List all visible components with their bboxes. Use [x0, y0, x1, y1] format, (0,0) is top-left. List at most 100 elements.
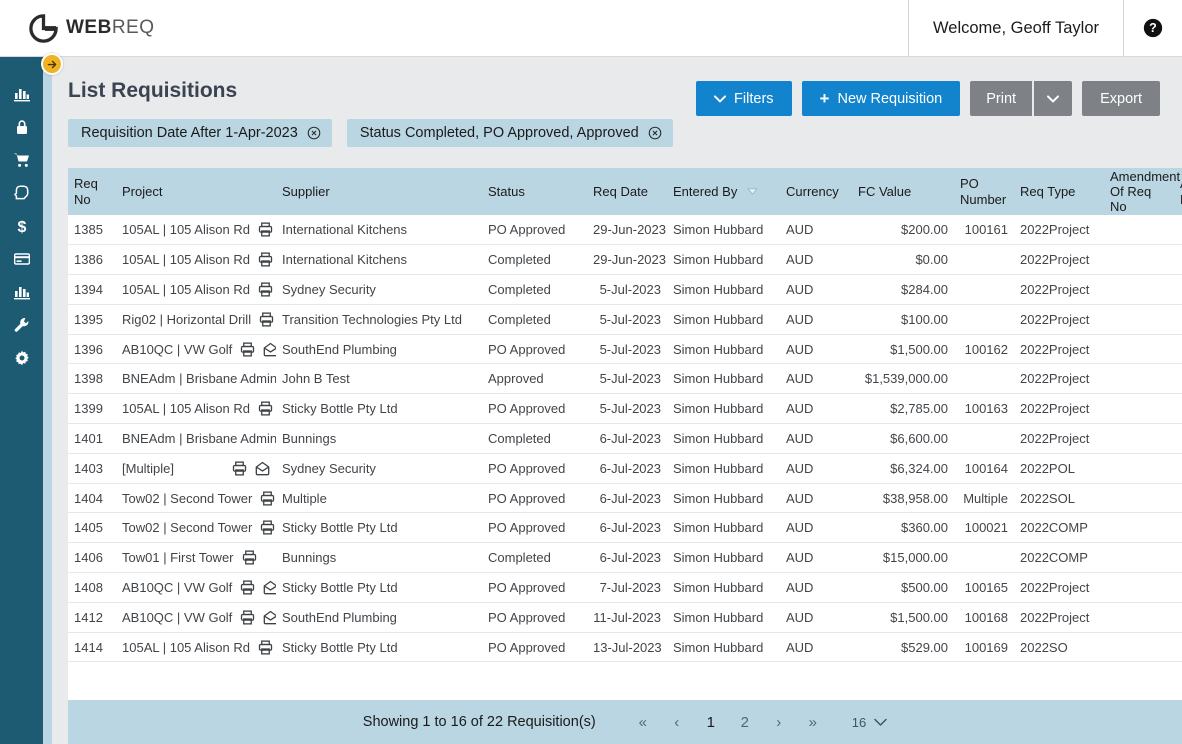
- email-icon-placeholder: [265, 550, 270, 565]
- column-header-req-date[interactable]: Req Date: [587, 168, 667, 215]
- pagination-last-button[interactable]: »: [796, 707, 830, 737]
- email-icon[interactable]: [263, 580, 276, 595]
- print-icon[interactable]: [259, 312, 274, 327]
- cell-po-number: 100165: [954, 572, 1014, 603]
- table-row[interactable]: 1396 AB10QC | VW Golf SouthEnd Plumbing PO …: [68, 334, 1182, 365]
- cell-req-no[interactable]: 1414: [68, 632, 116, 663]
- cell-entered-by: Simon Hubbard: [667, 453, 780, 484]
- sidebar-item-settings[interactable]: [0, 348, 43, 367]
- cell-supplier: John B Test: [276, 363, 482, 395]
- cell-req-no[interactable]: 1386: [68, 244, 116, 276]
- table-row[interactable]: 1405 Tow02 | Second Tower Sticky Bottle Pt…: [68, 512, 1182, 544]
- pagination-prev-button[interactable]: ‹: [660, 707, 694, 737]
- table-row[interactable]: 1408 AB10QC | VW Golf Sticky Bottle Pty Lt…: [68, 572, 1182, 603]
- print-icon[interactable]: [258, 640, 273, 655]
- column-header-supplier[interactable]: Supplier: [276, 168, 482, 215]
- table-row[interactable]: 1404 Tow02 | Second Tower Multiple PO Appro…: [68, 483, 1182, 514]
- column-header-req-no[interactable]: Req No: [68, 168, 116, 215]
- column-header-status[interactable]: Status: [482, 168, 587, 215]
- table-row[interactable]: 1406 Tow01 | First Tower Bunnings Completed…: [68, 542, 1182, 574]
- print-icon[interactable]: [240, 580, 255, 595]
- pagination-first-button[interactable]: «: [626, 707, 660, 737]
- cell-req-no[interactable]: 1406: [68, 542, 116, 574]
- table-row[interactable]: 1395 Rig02 | Horizontal Drill Transition T…: [68, 304, 1182, 335]
- email-icon[interactable]: [255, 461, 270, 476]
- cell-supplier: Sydney Security: [276, 453, 482, 484]
- cell-req-type: 2022POL: [1014, 453, 1104, 484]
- cell-req-no[interactable]: 1385: [68, 215, 116, 246]
- cell-req-no[interactable]: 1403: [68, 453, 116, 484]
- cell-project: 105AL | 105 Alison Rd: [116, 274, 276, 305]
- pagination-page-1[interactable]: 1: [694, 707, 728, 737]
- cell-supplier: Bunnings: [276, 423, 482, 454]
- print-icon[interactable]: [258, 401, 273, 416]
- cell-fc-value: $200.00: [852, 215, 954, 246]
- table-row[interactable]: 1398 BNEAdm | Brisbane Admin John B Test Ap…: [68, 363, 1182, 395]
- table-row[interactable]: 1401 BNEAdm | Brisbane Admin Bunnings Compl…: [68, 423, 1182, 454]
- print-icon[interactable]: [242, 550, 257, 565]
- print-dropdown-button[interactable]: [1034, 81, 1073, 116]
- cell-req-date: 7-Jul-2023: [587, 572, 667, 603]
- print-icon[interactable]: [240, 610, 255, 625]
- close-icon[interactable]: [307, 126, 321, 140]
- table-row[interactable]: 1414 105AL | 105 Alison Rd Sticky Bottle P…: [68, 632, 1182, 663]
- cell-req-no[interactable]: 1395: [68, 304, 116, 335]
- cell-req-no[interactable]: 1412: [68, 602, 116, 633]
- cell-currency: AUD: [780, 512, 852, 544]
- sidebar-expand-button[interactable]: [41, 53, 63, 75]
- cell-project: 105AL | 105 Alison Rd: [116, 244, 276, 276]
- cell-req-no[interactable]: 1394: [68, 274, 116, 305]
- sidebar-item-tools[interactable]: [0, 315, 43, 334]
- new-requisition-button[interactable]: + New Requisition: [801, 81, 961, 116]
- column-header-amendment-of-req-no[interactable]: Amendment Of Req No: [1104, 168, 1180, 215]
- filters-button[interactable]: Filters: [696, 81, 792, 116]
- column-header-req-type[interactable]: Req Type: [1014, 168, 1104, 215]
- close-icon[interactable]: [648, 126, 662, 140]
- column-header-currency[interactable]: Currency: [780, 168, 852, 215]
- sidebar-item-approvals[interactable]: [0, 183, 43, 202]
- pagination-next-button[interactable]: ›: [762, 707, 796, 737]
- print-icon[interactable]: [258, 282, 273, 297]
- cell-req-no[interactable]: 1399: [68, 393, 116, 425]
- sidebar-item-payments[interactable]: [0, 249, 43, 268]
- cell-amended-by: [1174, 363, 1182, 395]
- print-icon[interactable]: [258, 222, 273, 237]
- sidebar-item-reports[interactable]: [0, 282, 43, 301]
- print-button[interactable]: Print: [970, 81, 1033, 116]
- print-icon[interactable]: [260, 491, 275, 506]
- pagination-page-2[interactable]: 2: [728, 707, 762, 737]
- table-row[interactable]: 1412 AB10QC | VW Golf SouthEnd Plumbing PO …: [68, 602, 1182, 633]
- project-name: Rig02 | Horizontal Drill: [122, 311, 252, 327]
- sidebar-item-security[interactable]: [0, 117, 43, 136]
- cell-req-date: 5-Jul-2023: [587, 274, 667, 305]
- sidebar-item-finance[interactable]: $: [0, 216, 43, 235]
- cell-req-no[interactable]: 1408: [68, 572, 116, 603]
- print-icon[interactable]: [232, 461, 247, 476]
- table-row[interactable]: 1385 105AL | 105 Alison Rd International K…: [68, 215, 1182, 246]
- cell-req-no[interactable]: 1404: [68, 483, 116, 514]
- column-header-entered-by[interactable]: Entered By: [667, 168, 780, 215]
- print-icon[interactable]: [258, 252, 273, 267]
- cell-req-no[interactable]: 1398: [68, 363, 116, 395]
- cell-req-no[interactable]: 1396: [68, 334, 116, 365]
- table-row[interactable]: 1403 [Multiple] Sydney Security PO Approved…: [68, 453, 1182, 484]
- print-icon[interactable]: [240, 342, 255, 357]
- export-button[interactable]: Export: [1082, 81, 1160, 116]
- page-size-selector[interactable]: 16: [852, 715, 887, 730]
- cell-entered-by: Simon Hubbard: [667, 215, 780, 246]
- column-header-project[interactable]: Project: [116, 168, 276, 215]
- print-icon[interactable]: [260, 520, 275, 535]
- column-header-po-number[interactable]: PO Number: [954, 168, 1014, 215]
- table-row[interactable]: 1394 105AL | 105 Alison Rd Sydney Security…: [68, 274, 1182, 305]
- cell-req-no[interactable]: 1405: [68, 512, 116, 544]
- app-logo[interactable]: WEBREQ: [0, 13, 155, 44]
- cell-req-no[interactable]: 1401: [68, 423, 116, 454]
- email-icon[interactable]: [263, 342, 276, 357]
- table-row[interactable]: 1399 105AL | 105 Alison Rd Sticky Bottle P…: [68, 393, 1182, 425]
- email-icon[interactable]: [263, 610, 276, 625]
- table-row[interactable]: 1386 105AL | 105 Alison Rd International K…: [68, 244, 1182, 276]
- sidebar-item-purchasing[interactable]: [0, 150, 43, 169]
- sidebar-item-dashboard[interactable]: [0, 84, 43, 103]
- column-header-fc-value[interactable]: FC Value: [852, 168, 954, 215]
- help-button[interactable]: ?: [1123, 0, 1182, 57]
